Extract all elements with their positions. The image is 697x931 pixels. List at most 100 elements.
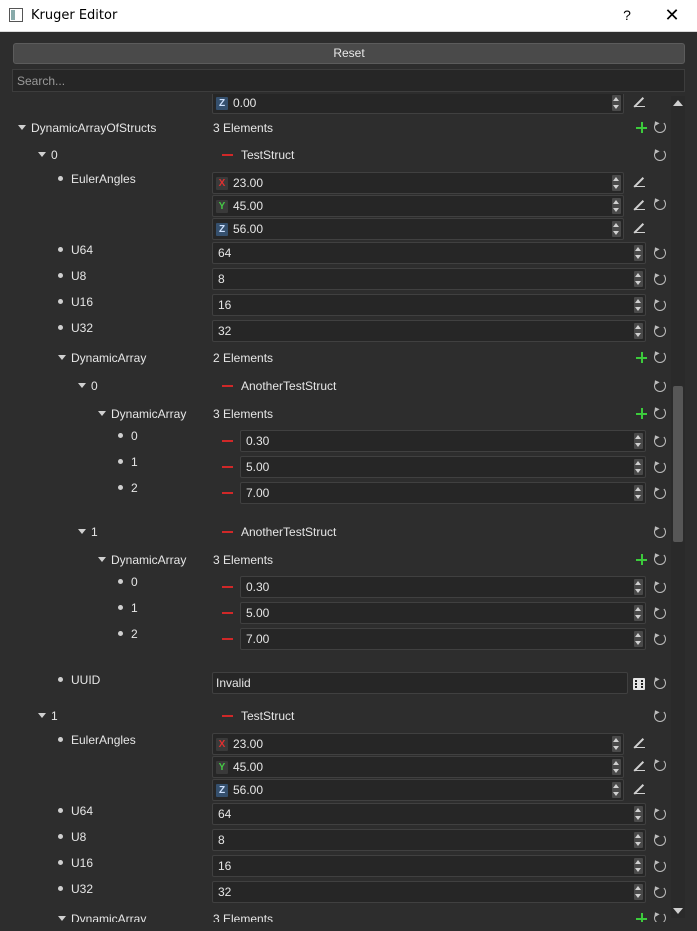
spinbox-arrows-icon[interactable] xyxy=(634,579,643,595)
reset-icon[interactable] xyxy=(654,526,666,538)
spinbox-arrows-icon[interactable] xyxy=(634,433,643,449)
reset-icon[interactable] xyxy=(654,325,666,337)
spinbox-arrows-icon[interactable] xyxy=(634,605,643,621)
reset-icon[interactable] xyxy=(654,759,666,771)
reset-icon[interactable] xyxy=(654,407,666,419)
euler-z-field[interactable]: Z 56.00 xyxy=(212,779,624,801)
remove-element-icon[interactable] xyxy=(222,586,233,588)
reset-icon[interactable] xyxy=(654,886,666,898)
float-value-field[interactable]: 5.00 xyxy=(240,602,646,624)
reset-icon[interactable] xyxy=(654,834,666,846)
expand-arrow-icon[interactable] xyxy=(38,152,46,157)
reset-button[interactable]: Reset xyxy=(13,43,685,64)
reset-icon[interactable] xyxy=(654,198,666,210)
spinbox-arrows-icon[interactable] xyxy=(634,858,643,874)
float-value-field[interactable]: 0.30 xyxy=(240,430,646,452)
add-element-icon[interactable] xyxy=(636,913,647,922)
remove-element-icon[interactable] xyxy=(222,638,233,640)
reset-icon[interactable] xyxy=(654,149,666,161)
spinbox-arrows-icon[interactable] xyxy=(634,297,643,313)
euler-y-field[interactable]: Y 45.00 xyxy=(212,195,624,217)
spinbox-arrows-icon[interactable] xyxy=(634,323,643,339)
expand-arrow-icon[interactable] xyxy=(58,355,66,360)
spinbox-arrows-icon[interactable] xyxy=(634,485,643,501)
expand-arrow-icon[interactable] xyxy=(78,383,86,388)
spinbox-arrows-icon[interactable] xyxy=(634,245,643,261)
spinbox-arrows-icon[interactable] xyxy=(634,459,643,475)
euler-y-field[interactable]: Y 45.00 xyxy=(212,756,624,778)
u8-field[interactable]: 8 xyxy=(212,829,646,851)
u32-field[interactable]: 32 xyxy=(212,320,646,342)
spinbox-arrows-icon[interactable] xyxy=(612,759,621,775)
reset-icon[interactable] xyxy=(654,121,666,133)
add-element-icon[interactable] xyxy=(636,122,647,133)
reset-icon[interactable] xyxy=(654,860,666,872)
scroll-down-icon[interactable] xyxy=(673,906,683,916)
reset-icon[interactable] xyxy=(654,710,666,722)
remove-element-icon[interactable] xyxy=(222,612,233,614)
float-value-field[interactable]: 7.00 xyxy=(240,482,646,504)
spinbox-arrows-icon[interactable] xyxy=(634,631,643,647)
euler-z-field[interactable]: Z 0.00 xyxy=(212,94,624,114)
angle-icon[interactable] xyxy=(633,176,645,188)
reset-icon[interactable] xyxy=(654,553,666,565)
remove-element-icon[interactable] xyxy=(222,385,233,387)
scrollbar-thumb[interactable] xyxy=(673,386,683,542)
u16-field[interactable]: 16 xyxy=(212,855,646,877)
spinbox-arrows-icon[interactable] xyxy=(612,736,621,752)
reset-icon[interactable] xyxy=(654,487,666,499)
reset-icon[interactable] xyxy=(654,273,666,285)
angle-icon[interactable] xyxy=(633,96,645,108)
expand-arrow-icon[interactable] xyxy=(78,529,86,534)
add-element-icon[interactable] xyxy=(636,408,647,419)
remove-element-icon[interactable] xyxy=(222,466,233,468)
uuid-field[interactable]: Invalid xyxy=(212,672,628,694)
expand-arrow-icon[interactable] xyxy=(58,916,66,921)
u16-field[interactable]: 16 xyxy=(212,294,646,316)
spinbox-arrows-icon[interactable] xyxy=(612,175,621,191)
close-button[interactable]: ✕ xyxy=(660,5,684,27)
remove-element-icon[interactable] xyxy=(222,492,233,494)
float-value-field[interactable]: 0.30 xyxy=(240,576,646,598)
add-element-icon[interactable] xyxy=(636,352,647,363)
euler-x-field[interactable]: X 23.00 xyxy=(212,172,624,194)
reset-icon[interactable] xyxy=(654,351,666,363)
float-value-field[interactable]: 7.00 xyxy=(240,628,646,650)
angle-icon[interactable] xyxy=(633,199,645,211)
spinbox-arrows-icon[interactable] xyxy=(612,198,621,214)
reset-icon[interactable] xyxy=(654,912,666,922)
euler-z-field[interactable]: Z 56.00 xyxy=(212,218,624,240)
expand-arrow-icon[interactable] xyxy=(98,557,106,562)
spinbox-arrows-icon[interactable] xyxy=(634,271,643,287)
angle-icon[interactable] xyxy=(633,737,645,749)
angle-icon[interactable] xyxy=(633,783,645,795)
u64-field[interactable]: 64 xyxy=(212,242,646,264)
spinbox-arrows-icon[interactable] xyxy=(612,221,621,237)
expand-arrow-icon[interactable] xyxy=(98,411,106,416)
reset-icon[interactable] xyxy=(654,461,666,473)
spinbox-arrows-icon[interactable] xyxy=(634,806,643,822)
spinbox-arrows-icon[interactable] xyxy=(612,782,621,798)
u64-field[interactable]: 64 xyxy=(212,803,646,825)
float-value-field[interactable]: 5.00 xyxy=(240,456,646,478)
search-input[interactable] xyxy=(12,69,685,92)
expand-arrow-icon[interactable] xyxy=(38,713,46,718)
reset-icon[interactable] xyxy=(654,299,666,311)
angle-icon[interactable] xyxy=(633,222,645,234)
scroll-up-icon[interactable] xyxy=(673,98,683,108)
reset-icon[interactable] xyxy=(654,247,666,259)
reset-icon[interactable] xyxy=(654,633,666,645)
spinbox-arrows-icon[interactable] xyxy=(634,884,643,900)
u8-field[interactable]: 8 xyxy=(212,268,646,290)
generate-uuid-dice-icon[interactable] xyxy=(633,678,645,690)
remove-element-icon[interactable] xyxy=(222,440,233,442)
reset-icon[interactable] xyxy=(654,380,666,392)
u32-field[interactable]: 32 xyxy=(212,881,646,903)
remove-element-icon[interactable] xyxy=(222,154,233,156)
add-element-icon[interactable] xyxy=(636,554,647,565)
reset-icon[interactable] xyxy=(654,607,666,619)
spinbox-arrows-icon[interactable] xyxy=(612,95,621,111)
help-button[interactable]: ? xyxy=(617,5,637,25)
reset-icon[interactable] xyxy=(654,808,666,820)
angle-icon[interactable] xyxy=(633,760,645,772)
